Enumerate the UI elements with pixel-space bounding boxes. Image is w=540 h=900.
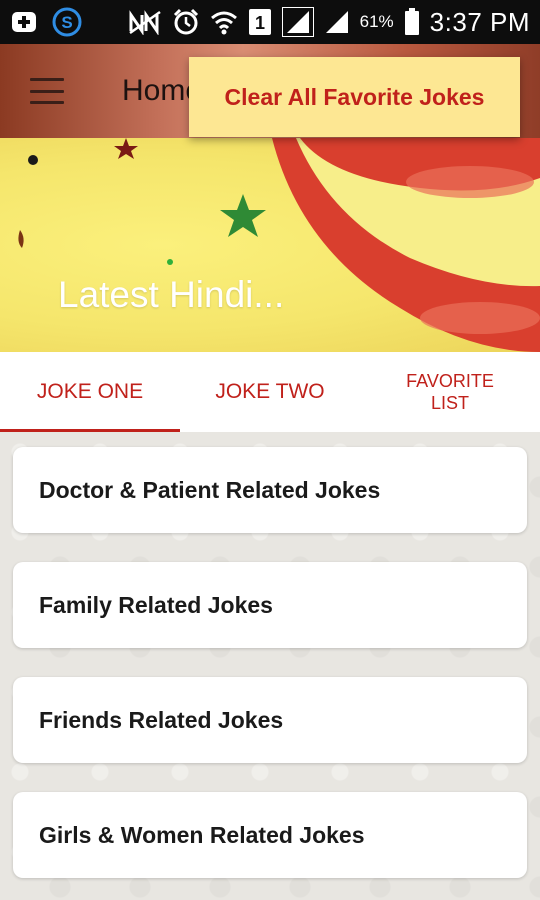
status-bar-right: 1 61% 3:37 PM xyxy=(128,7,530,38)
list-item[interactable]: Doctor & Patient Related Jokes xyxy=(13,447,527,533)
status-bar-left: S xyxy=(10,7,82,37)
banner: Latest Hindi... xyxy=(0,138,540,352)
alarm-icon xyxy=(172,8,200,36)
signal-icon xyxy=(324,9,350,35)
overflow-popup-menu: Clear All Favorite Jokes xyxy=(189,57,520,137)
add-box-icon xyxy=(10,9,38,35)
list-item-label: Friends Related Jokes xyxy=(39,706,284,733)
category-list: Doctor & Patient Related Jokes Family Re… xyxy=(0,432,540,900)
banner-title: Latest Hindi... xyxy=(58,274,285,315)
battery-percent: 61% xyxy=(359,12,394,31)
clock: 3:37 PM xyxy=(429,6,530,37)
clear-all-favorites-menu-item[interactable]: Clear All Favorite Jokes xyxy=(225,84,485,111)
sim-slot-number: 1 xyxy=(255,13,265,33)
tab-favorite-list-label: FAVORITE LIST xyxy=(406,371,494,413)
wifi-icon xyxy=(210,9,238,35)
no-signal-icon xyxy=(128,9,162,35)
signal-icon xyxy=(281,7,314,37)
laughing-mouth-illustration xyxy=(18,138,540,352)
hamburger-menu-icon[interactable] xyxy=(30,78,64,104)
tab-favorite-list[interactable]: FAVORITE LIST xyxy=(360,352,540,432)
tab-joke-two[interactable]: JOKE TWO xyxy=(180,352,360,432)
list-item-label: Girls & Women Related Jokes xyxy=(39,821,365,848)
list-item-label: Doctor & Patient Related Jokes xyxy=(39,476,381,503)
list-item[interactable]: Family Related Jokes xyxy=(13,562,527,648)
svg-text:S: S xyxy=(61,13,72,32)
status-bar: S 1 61% 3:37 PM xyxy=(0,0,540,44)
tab-bar: JOKE ONE JOKE TWO FAVORITE LIST xyxy=(0,352,540,432)
tab-joke-one[interactable]: JOKE ONE xyxy=(0,352,180,432)
list-item-label: Family Related Jokes xyxy=(39,591,273,618)
list-item[interactable]: Girls & Women Related Jokes xyxy=(13,792,527,878)
list-item[interactable]: Friends Related Jokes xyxy=(13,677,527,763)
sim-slot-icon: 1 xyxy=(248,8,272,36)
s-app-icon: S xyxy=(52,7,82,37)
battery-icon xyxy=(404,8,420,36)
